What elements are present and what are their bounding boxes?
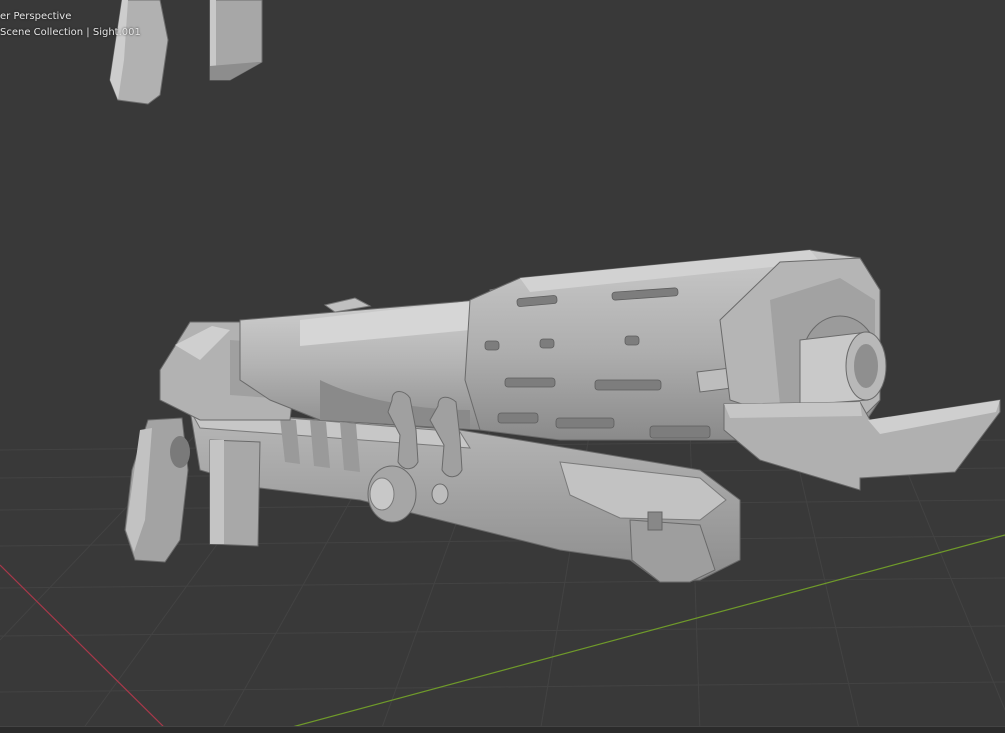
- view-perspective-label: er Perspective: [0, 11, 72, 22]
- 3d-viewport[interactable]: er Perspective Scene Collection | Sight.…: [0, 0, 1005, 733]
- weapon-mesh[interactable]: [124, 249, 1001, 583]
- scene-collection-label: Scene Collection | Sight.001: [0, 27, 141, 38]
- viewport-scene[interactable]: [0, 0, 1005, 733]
- x-axis-line: [0, 564, 171, 733]
- bottom-bar: [0, 726, 1005, 733]
- floating-part-magazine[interactable]: [209, 0, 263, 81]
- viewport-header-text: er Perspective Scene Collection | Sight.…: [0, 9, 141, 41]
